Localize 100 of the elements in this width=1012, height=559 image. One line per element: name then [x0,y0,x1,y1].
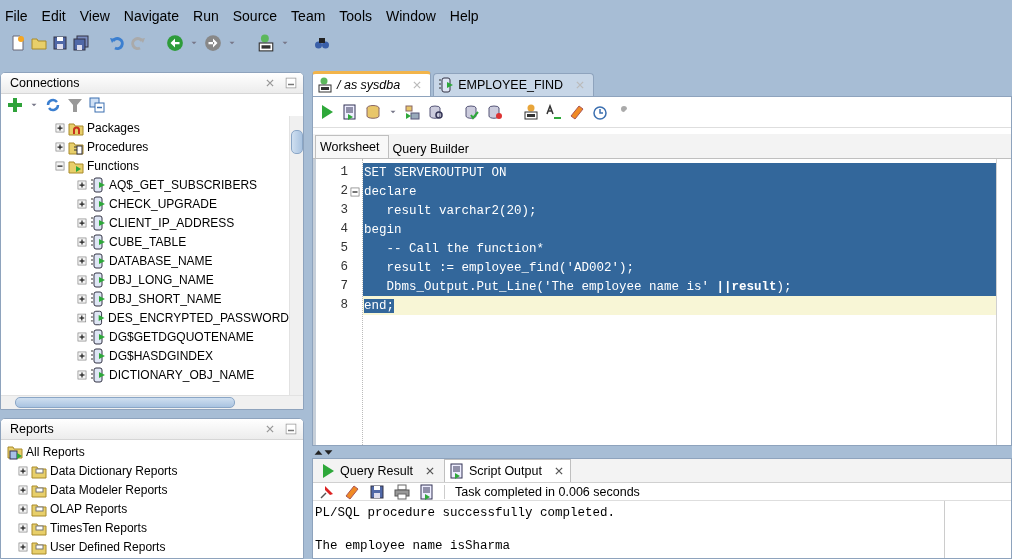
line-number: 4 [339,221,348,238]
expand-icon[interactable] [77,255,87,266]
expand-icon[interactable] [77,236,87,247]
rollback-icon[interactable] [487,104,503,120]
arrow-down-icon[interactable] [324,447,333,457]
binoculars-icon[interactable] [314,35,330,51]
menu-item[interactable]: Team [284,6,333,28]
commit-icon[interactable] [464,104,480,120]
expand-icon[interactable] [18,503,28,514]
pin-icon[interactable] [319,483,335,500]
expand-icon[interactable] [77,179,87,190]
eraser-icon[interactable] [344,483,360,500]
close-icon[interactable] [424,466,435,476]
database-icon[interactable] [365,104,381,120]
menu-item[interactable]: Edit [34,6,73,28]
expand-icon[interactable] [77,217,87,228]
result-tab[interactable]: Query Result [315,459,442,482]
minimize-icon[interactable] [285,77,297,89]
print-icon[interactable] [394,483,410,500]
menu-item[interactable]: File [2,6,35,28]
line-number: 1 [339,164,348,181]
arrow-up-icon[interactable] [314,447,323,457]
expand-icon[interactable] [77,293,87,304]
horizontal-scrollbar[interactable] [1,395,303,410]
tree-item[interactable]: OLAP Reports [50,501,128,516]
expand-icon[interactable] [55,122,65,133]
run-script-icon[interactable] [342,104,358,120]
tree-item[interactable]: Procedures [87,139,149,154]
expand-icon[interactable] [55,141,65,152]
tree-item[interactable]: CLIENT_IP_ADDRESS [109,215,235,230]
save-all-icon[interactable] [73,35,89,51]
sql-icon[interactable] [257,34,275,52]
expand-icon[interactable] [77,198,87,209]
menu-item[interactable]: Window [379,6,443,28]
expand-icon[interactable] [77,331,87,342]
editor-tab[interactable]: Query Builder [388,140,477,158]
document-tab[interactable]: / as sysdba [312,71,432,96]
editor-tab[interactable]: Worksheet [315,135,389,158]
explain-plan-icon[interactable] [405,104,421,120]
function-icon [90,328,106,345]
tree-item[interactable]: DICTIONARY_OBJ_NAME [109,367,255,382]
run-script-icon[interactable] [419,483,435,500]
collapse-icon[interactable] [55,160,65,171]
menu-item[interactable]: View [72,6,117,28]
plus-icon[interactable] [7,97,23,113]
result-tab[interactable]: Script Output [443,459,571,482]
tree-item[interactable]: DES_ENCRYPTED_PASSWORD [108,310,289,325]
back-icon[interactable] [166,34,184,52]
tree-item[interactable]: AQ$_GET_SUBSCRIBERS [109,177,258,192]
collapse-all-icon[interactable] [89,97,105,113]
tree-item[interactable]: CUBE_TABLE [109,234,187,249]
menu-item[interactable]: Navigate [116,6,187,28]
save-icon[interactable] [369,483,385,500]
tree-item[interactable]: Functions [87,158,140,173]
autotrace-icon[interactable] [428,104,444,120]
function-icon [89,309,106,326]
sql-tuning-icon[interactable] [523,104,539,120]
expand-icon[interactable] [77,350,87,361]
menu-item[interactable]: Help [442,6,486,28]
history-icon[interactable] [592,104,608,120]
expand-icon[interactable] [18,522,28,533]
tree-item[interactable]: DBJ_SHORT_NAME [109,291,222,306]
expand-icon[interactable] [77,369,87,380]
line-number: 8 [339,297,348,314]
run-icon[interactable] [319,104,335,120]
tree-item[interactable]: DBJ_LONG_NAME [109,272,214,287]
tree-item[interactable]: DG$GETDGQUOTENAME [109,329,254,344]
refresh-icon[interactable] [45,97,61,113]
eraser-icon[interactable] [569,104,585,120]
expand-icon[interactable] [77,274,87,285]
tree-item[interactable]: User Defined Reports [50,539,166,554]
tree-item[interactable]: Packages [87,120,140,135]
menu-item[interactable]: Tools [332,6,379,28]
expand-icon[interactable] [18,465,28,476]
document-tab[interactable]: EMPLOYEE_FIND [433,73,595,96]
new-file-icon[interactable] [10,35,26,51]
tree-item[interactable]: DG$HASDGINDEX [109,348,214,363]
expand-icon[interactable] [18,541,28,552]
minimize-icon[interactable] [285,423,297,436]
menu-item[interactable]: Source [225,6,285,28]
tree-item[interactable]: All Reports [26,444,85,459]
tree-item[interactable]: DATABASE_NAME [109,253,213,268]
fold-icon[interactable] [350,186,360,197]
filter-icon[interactable] [67,97,83,113]
tree-item[interactable]: Data Dictionary Reports [50,463,178,478]
save-icon[interactable] [52,35,68,51]
tree-item[interactable]: TimesTen Reports [50,520,147,535]
function-icon [90,290,106,307]
expand-icon[interactable] [18,484,28,495]
vertical-scrollbar[interactable] [289,116,303,396]
run-icon [320,463,336,479]
close-icon[interactable] [553,466,564,476]
expand-icon[interactable] [77,312,87,323]
menu-item[interactable]: Run [186,6,226,28]
run-script-icon [448,463,465,479]
font-case-icon[interactable] [546,104,562,120]
tree-item[interactable]: Data Modeler Reports [50,482,168,497]
function-icon [90,271,106,288]
forward-icon[interactable] [204,34,222,52]
tree-item[interactable]: CHECK_UPGRADE [109,196,218,211]
